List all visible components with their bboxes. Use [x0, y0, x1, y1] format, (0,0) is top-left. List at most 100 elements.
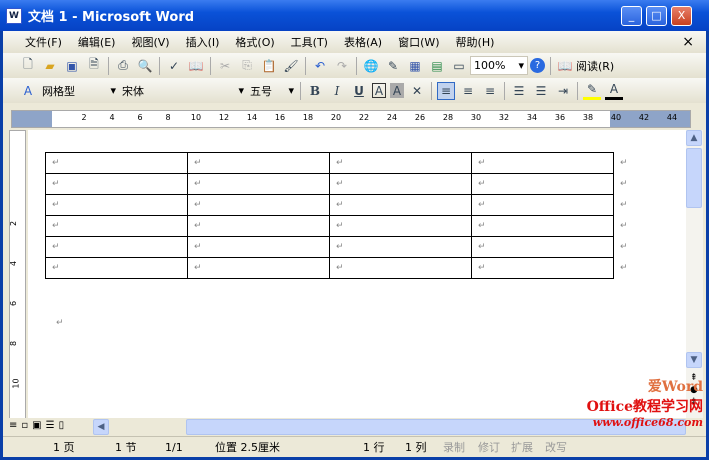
- menu-window[interactable]: 窗口(W): [390, 34, 447, 50]
- zoom-select[interactable]: 100% ▾: [470, 56, 528, 75]
- table-cell[interactable]: ↵: [329, 173, 472, 195]
- table[interactable]: ↵ ↵ ↵ ↵ ↵ ↵ ↵ ↵ ↵ ↵ ↵ ↵ ↵ ↵ ↵ ↵ ↵ ↵ ↵ ↵ ↵ ↵ ↵ ↵ ↵ ↵ ↵ ↵ ↵ ↵: [45, 152, 629, 279]
- row-end-mark: ↵: [620, 263, 628, 273]
- table-cell[interactable]: ↵: [329, 152, 472, 174]
- table-cell[interactable]: ↵: [471, 236, 614, 258]
- table-cell[interactable]: ↵: [45, 194, 188, 216]
- format-painter-icon[interactable]: 🖌: [282, 57, 300, 75]
- table-cell[interactable]: ↵: [187, 173, 330, 195]
- open-icon[interactable]: ▰: [41, 57, 59, 75]
- maximize-button[interactable]: □: [646, 6, 667, 26]
- bullets-icon[interactable]: ☰: [532, 82, 550, 100]
- size-select[interactable]: 五号 ▾: [247, 81, 297, 100]
- print-icon[interactable]: ⎙: [114, 57, 132, 75]
- table-cell[interactable]: ↵: [187, 152, 330, 174]
- highlight-icon[interactable]: ✎: [583, 82, 601, 100]
- char-border-icon[interactable]: A: [372, 83, 386, 98]
- status-extend[interactable]: 扩展: [511, 439, 533, 455]
- view-buttons[interactable]: ≡▫▣☰▯: [9, 420, 68, 431]
- table-cell[interactable]: ↵: [45, 236, 188, 258]
- menu-view[interactable]: 视图(V): [123, 34, 177, 50]
- status-page: 1 页: [53, 441, 75, 454]
- justify-icon[interactable]: ≡: [437, 81, 455, 100]
- hyperlink-icon[interactable]: 🌐: [362, 57, 380, 75]
- status-track-changes[interactable]: 修订: [478, 439, 500, 455]
- styles-icon[interactable]: A: [19, 82, 37, 100]
- menu-table[interactable]: 表格(A): [336, 34, 390, 50]
- formatting-toolbar: A 网格型 ▾ 宋体 ▾ 五号 ▾ B I U A A ✕ ≡ ≡ ≡ ☰ ☰ ⇥ ✎…: [3, 78, 706, 103]
- font-color-icon[interactable]: A: [605, 82, 623, 100]
- paragraph-mark: ↵: [56, 318, 64, 328]
- menu-edit[interactable]: 编辑(E): [70, 34, 124, 50]
- scroll-left-button[interactable]: ◀: [93, 419, 109, 435]
- horizontal-ruler[interactable]: 2 4 6 8 10 12 14 16 18 20 22 24 26 28 30 32 34 36 38 40 42 44: [11, 110, 691, 128]
- scroll-thumb[interactable]: [686, 148, 702, 208]
- table-cell[interactable]: ↵: [471, 257, 614, 279]
- numbering-icon[interactable]: ☰: [510, 82, 528, 100]
- table-cell[interactable]: ↵: [471, 173, 614, 195]
- table-cell[interactable]: ↵: [187, 236, 330, 258]
- table-cell[interactable]: ↵: [329, 257, 472, 279]
- indent-icon[interactable]: ⇥: [554, 82, 572, 100]
- menu-tools[interactable]: 工具(T): [283, 34, 336, 50]
- research-icon[interactable]: 📖: [187, 57, 205, 75]
- char-shading-icon[interactable]: A: [390, 83, 404, 98]
- cut-icon[interactable]: ✂: [216, 57, 234, 75]
- char-scaling-icon[interactable]: ✕: [408, 82, 426, 100]
- save-icon[interactable]: ▣: [63, 57, 81, 75]
- scroll-down-button[interactable]: ▼: [686, 352, 702, 368]
- redo-icon[interactable]: ↷: [333, 57, 351, 75]
- permission-icon[interactable]: 🗎: [85, 57, 103, 75]
- table-cell[interactable]: ↵: [329, 194, 472, 216]
- table-cell[interactable]: ↵: [471, 215, 614, 237]
- new-icon[interactable]: 🗋: [19, 57, 37, 75]
- font-select[interactable]: 宋体 ▾: [119, 81, 247, 100]
- menu-help[interactable]: 帮助(H): [448, 34, 503, 50]
- style-select[interactable]: 网格型 ▾: [39, 81, 119, 100]
- separator: [305, 56, 306, 75]
- table-cell[interactable]: ↵: [329, 236, 472, 258]
- table-row: ↵ ↵ ↵ ↵ ↵: [45, 173, 629, 195]
- ruler-number: 44: [666, 113, 678, 122]
- align-right-icon[interactable]: ≡: [481, 82, 499, 100]
- help-icon[interactable]: ?: [530, 58, 545, 73]
- insert-table-icon[interactable]: ▦: [406, 57, 424, 75]
- print-preview-icon[interactable]: 🔍: [136, 57, 154, 75]
- paste-icon[interactable]: 📋: [260, 57, 278, 75]
- table-cell[interactable]: ↵: [45, 215, 188, 237]
- center-icon[interactable]: ≡: [459, 82, 477, 100]
- table-cell[interactable]: ↵: [187, 257, 330, 279]
- close-button[interactable]: X: [671, 6, 692, 26]
- document-map-icon[interactable]: ▭: [450, 57, 468, 75]
- table-cell[interactable]: ↵: [471, 194, 614, 216]
- bold-button[interactable]: B: [306, 82, 324, 100]
- vertical-ruler[interactable]: 24681012: [9, 130, 26, 429]
- read-button[interactable]: 阅读(R): [576, 58, 614, 74]
- status-record[interactable]: 录制: [443, 439, 465, 455]
- ruler-margin-left: [12, 111, 52, 127]
- undo-icon[interactable]: ↶: [311, 57, 329, 75]
- table-cell[interactable]: ↵: [45, 152, 188, 174]
- minimize-button[interactable]: _: [621, 6, 642, 26]
- copy-icon[interactable]: ⎘: [238, 57, 256, 75]
- scroll-up-button[interactable]: ▲: [686, 130, 702, 146]
- table-cell[interactable]: ↵: [471, 152, 614, 174]
- menu-insert[interactable]: 插入(I): [178, 34, 228, 50]
- close-document-button[interactable]: ×: [674, 34, 702, 50]
- menu-format[interactable]: 格式(O): [227, 34, 282, 50]
- row-end-mark: ↵: [620, 158, 628, 168]
- insert-excel-icon[interactable]: ▤: [428, 57, 446, 75]
- status-overtype[interactable]: 改写: [545, 439, 567, 455]
- font-value: 宋体: [122, 84, 144, 98]
- table-cell[interactable]: ↵: [45, 257, 188, 279]
- spelling-icon[interactable]: ✓: [165, 57, 183, 75]
- table-cell[interactable]: ↵: [187, 194, 330, 216]
- italic-button[interactable]: I: [328, 82, 346, 100]
- tables-borders-icon[interactable]: ✎: [384, 57, 402, 75]
- menu-file[interactable]: 文件(F): [17, 34, 70, 50]
- row-end-mark: ↵: [620, 200, 628, 210]
- table-cell[interactable]: ↵: [45, 173, 188, 195]
- table-cell[interactable]: ↵: [187, 215, 330, 237]
- underline-button[interactable]: U: [350, 82, 368, 100]
- table-cell[interactable]: ↵: [329, 215, 472, 237]
